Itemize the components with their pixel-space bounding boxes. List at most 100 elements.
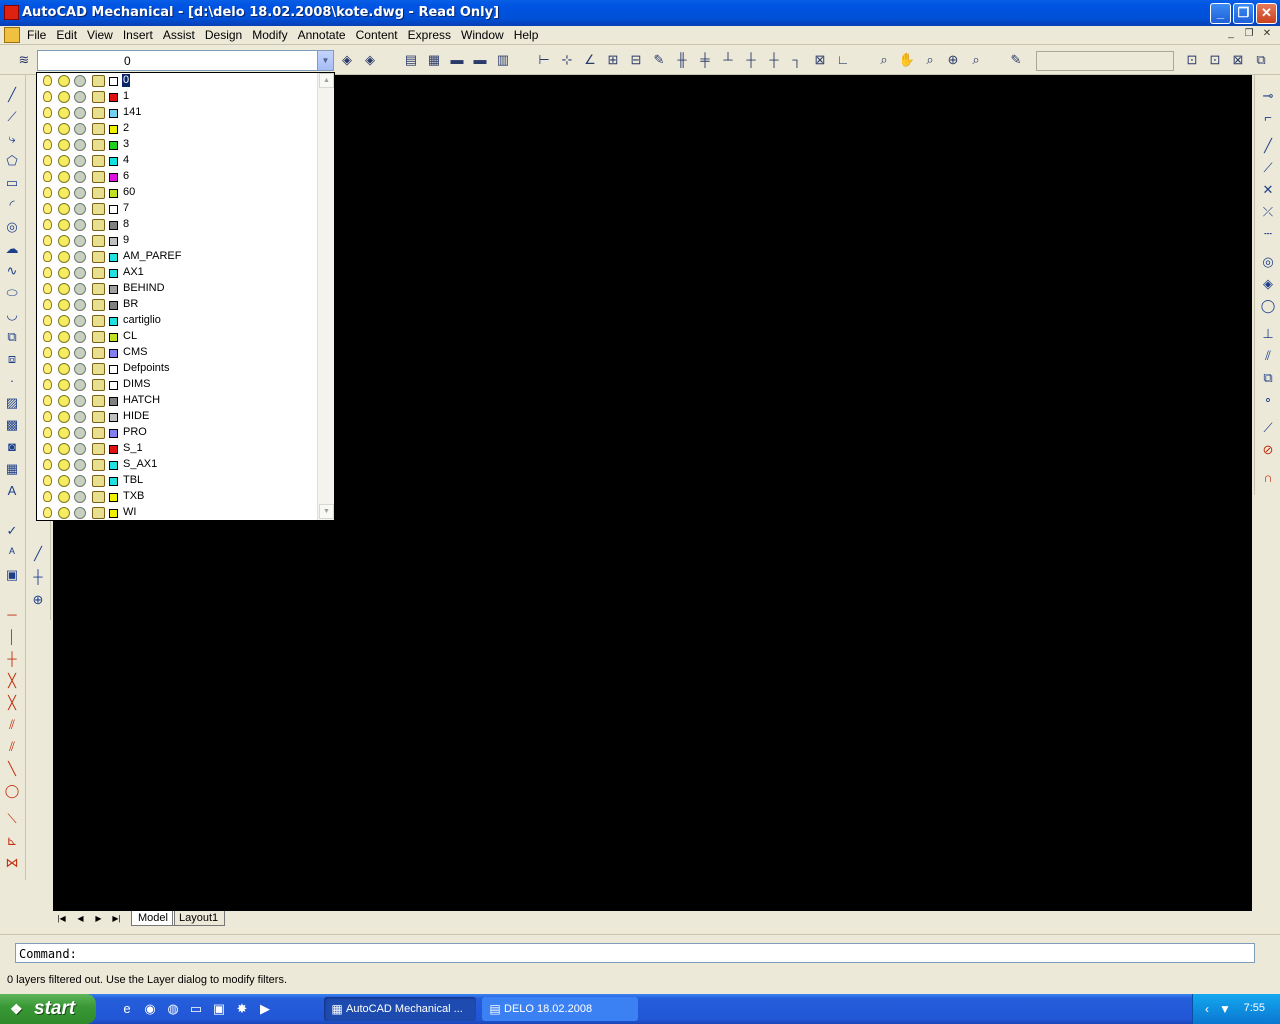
- tray-expand-icon[interactable]: ‹: [1199, 1001, 1215, 1017]
- viewport-freeze-icon[interactable]: [74, 123, 86, 135]
- layer-thaw-sun-icon[interactable]: [58, 203, 70, 215]
- layer-thaw-sun-icon[interactable]: [58, 347, 70, 359]
- construction-bisect-icon[interactable]: ╳: [3, 694, 21, 712]
- viewport-freeze-icon[interactable]: [74, 203, 86, 215]
- layer-row[interactable]: 9: [37, 233, 319, 249]
- layer-unlock-icon[interactable]: [92, 155, 105, 167]
- snap-nearest-icon[interactable]: ⟋: [1259, 419, 1277, 437]
- layer-unlock-icon[interactable]: [92, 75, 105, 87]
- layer-on-bulb-icon[interactable]: [43, 491, 52, 502]
- pan-realtime-icon[interactable]: ✋: [898, 51, 916, 69]
- doc-close-button[interactable]: ✕: [1260, 28, 1274, 41]
- viewport-freeze-icon[interactable]: [74, 331, 86, 343]
- layer-row[interactable]: S_1: [37, 441, 319, 457]
- layer-unlock-icon[interactable]: [92, 411, 105, 423]
- am-layer-thaw-icon[interactable]: ▥: [494, 51, 512, 69]
- tab-model[interactable]: Model: [131, 911, 175, 926]
- line-icon[interactable]: ╱: [3, 86, 21, 104]
- fit-list-icon[interactable]: ⊟: [627, 51, 645, 69]
- 3d-object-icon[interactable]: ▣: [3, 566, 21, 584]
- layer-on-bulb-icon[interactable]: [43, 411, 52, 422]
- snap-perpendicular-icon[interactable]: ⊥: [1259, 325, 1277, 343]
- temporary-track-icon[interactable]: ⊸: [1259, 87, 1277, 105]
- layer-unlock-icon[interactable]: [92, 331, 105, 343]
- layer-thaw-sun-icon[interactable]: [58, 139, 70, 151]
- show-desktop-icon[interactable]: ▭: [187, 1000, 205, 1018]
- layer-row[interactable]: S_AX1: [37, 457, 319, 473]
- layer-on-bulb-icon[interactable]: [43, 395, 52, 406]
- minimize-button[interactable]: _: [1210, 3, 1231, 24]
- table-icon[interactable]: ▦: [3, 460, 21, 478]
- layer-unlock-icon[interactable]: [92, 363, 105, 375]
- combo-dropdown-arrow-icon[interactable]: ▼: [317, 51, 333, 70]
- layer-on-bulb-icon[interactable]: [43, 459, 52, 470]
- polyline-icon[interactable]: ⤷: [3, 130, 21, 148]
- menu-insert[interactable]: Insert: [118, 28, 158, 42]
- layer-on-bulb-icon[interactable]: [43, 107, 52, 118]
- viewport-freeze-icon[interactable]: [74, 459, 86, 471]
- menu-help[interactable]: Help: [509, 28, 544, 42]
- ordinate-dimension-icon[interactable]: ∟: [834, 51, 852, 69]
- media-player-icon[interactable]: ▶: [256, 1000, 274, 1018]
- join-dimension-icon[interactable]: ┼: [765, 51, 783, 69]
- copy-view-icon[interactable]: ⧉: [1252, 51, 1270, 69]
- layer-unlock-icon[interactable]: [92, 443, 105, 455]
- layer-on-bulb-icon[interactable]: [43, 315, 52, 326]
- snap-midpoint-icon[interactable]: ⟋: [1259, 159, 1277, 177]
- layer-unlock-icon[interactable]: [92, 91, 105, 103]
- layer-unlock-icon[interactable]: [92, 283, 105, 295]
- toolbar-search-field[interactable]: [1036, 51, 1174, 71]
- layer-unlock-icon[interactable]: [92, 139, 105, 151]
- layer-row[interactable]: AM_PAREF: [37, 249, 319, 265]
- layer-on-bulb-icon[interactable]: [43, 427, 52, 438]
- layer-on-bulb-icon[interactable]: [43, 187, 52, 198]
- layer-thaw-sun-icon[interactable]: [58, 427, 70, 439]
- layer-dropdown-list[interactable]: 0 1 141 2 3 4 6 60 7 8 9 AM_PAREF AX1 BEHIND BR cartigl…: [36, 72, 335, 521]
- layer-unlock-icon[interactable]: [92, 475, 105, 487]
- layer-unlock-icon[interactable]: [92, 171, 105, 183]
- properties-icon[interactable]: ✎: [1007, 51, 1025, 69]
- revision-cloud-icon[interactable]: ☁: [3, 240, 21, 258]
- layer-row[interactable]: cartiglio: [37, 313, 319, 329]
- layer-thaw-sun-icon[interactable]: [58, 155, 70, 167]
- viewport-freeze-icon[interactable]: [74, 235, 86, 247]
- layer-row[interactable]: 0: [37, 73, 319, 89]
- layer-on-bulb-icon[interactable]: [43, 443, 52, 454]
- task-folder-delo[interactable]: ▤ DELO 18.02.2008: [482, 997, 638, 1021]
- center-mark-icon[interactable]: ⊕: [29, 591, 47, 609]
- last-tab-icon[interactable]: ▶|: [108, 912, 125, 926]
- make-layer-current-icon[interactable]: ◈: [338, 51, 356, 69]
- layer-row[interactable]: 6: [37, 169, 319, 185]
- snap-intersection-icon[interactable]: ✕: [1259, 181, 1277, 199]
- layer-row[interactable]: CMS: [37, 345, 319, 361]
- layer-on-bulb-icon[interactable]: [43, 123, 52, 134]
- layer-on-bulb-icon[interactable]: [43, 379, 52, 390]
- layer-thaw-sun-icon[interactable]: [58, 251, 70, 263]
- rectangle-icon[interactable]: ▭: [3, 174, 21, 192]
- layer-on-bulb-icon[interactable]: [43, 171, 52, 182]
- chain-dimension-icon[interactable]: ╪: [696, 51, 714, 69]
- layer-row[interactable]: CL: [37, 329, 319, 345]
- snap-insert-icon[interactable]: ⧉: [1259, 369, 1277, 387]
- angular-dimension-icon[interactable]: ∠: [581, 51, 599, 69]
- layer-thaw-sun-icon[interactable]: [58, 491, 70, 503]
- layer-on-bulb-icon[interactable]: [43, 283, 52, 294]
- close-button[interactable]: ✕: [1256, 3, 1277, 24]
- menu-file[interactable]: File: [22, 28, 51, 42]
- layer-unlock-icon[interactable]: [92, 427, 105, 439]
- layer-on-bulb-icon[interactable]: [43, 331, 52, 342]
- layer-on-bulb-icon[interactable]: [43, 299, 52, 310]
- layer-on-bulb-icon[interactable]: [43, 235, 52, 246]
- command-input[interactable]: Command:: [15, 943, 1255, 963]
- layer-thaw-sun-icon[interactable]: [58, 75, 70, 87]
- zoom-previous-icon[interactable]: ⌕: [967, 51, 985, 69]
- snap-parallel-icon[interactable]: ⫽: [1259, 347, 1277, 365]
- layer-thaw-sun-icon[interactable]: [58, 235, 70, 247]
- construction-offset-icon[interactable]: ⫽: [3, 738, 21, 756]
- internet-explorer-icon[interactable]: e: [118, 1000, 136, 1018]
- zoom-in-icon[interactable]: ⊕: [944, 51, 962, 69]
- layer-thaw-sun-icon[interactable]: [58, 187, 70, 199]
- restore-button[interactable]: ❐: [1233, 3, 1254, 24]
- start-button[interactable]: ❖ start: [0, 994, 96, 1024]
- layer-manager-icon[interactable]: ≋: [15, 51, 33, 69]
